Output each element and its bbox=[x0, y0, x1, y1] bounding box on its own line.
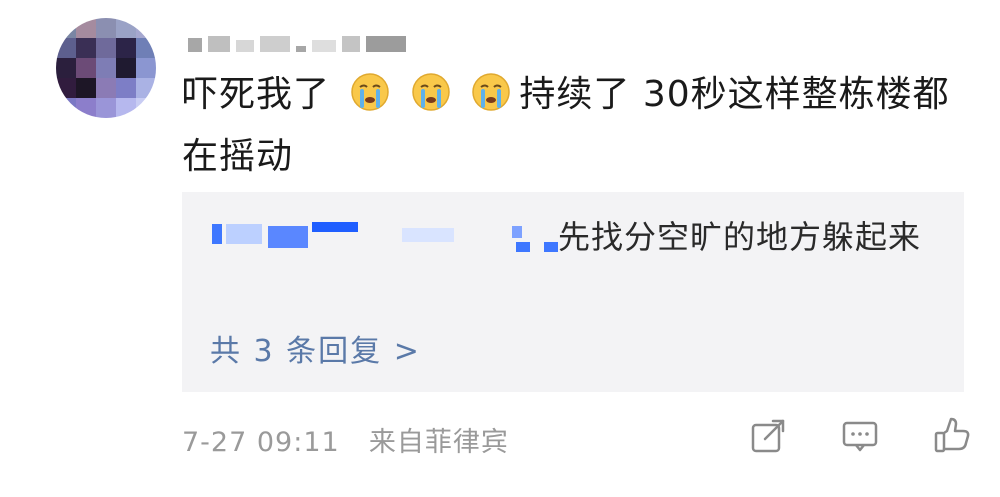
timestamp: 7-27 09:11 bbox=[182, 427, 340, 458]
username-redacted[interactable] bbox=[188, 34, 406, 52]
comment-meta: 7-27 09:11 来自菲律宾 bbox=[182, 420, 509, 459]
avatar-mosaic bbox=[56, 18, 156, 118]
crying-face-icon bbox=[472, 73, 511, 111]
comment-text-part1: 吓死我了 bbox=[182, 74, 331, 115]
share-button[interactable] bbox=[746, 414, 790, 458]
comment-text: 吓死我了 持续了 30秒这样整栋楼都在摇动 bbox=[182, 64, 972, 188]
view-replies-link[interactable]: 共 3 条回复 > bbox=[210, 326, 421, 370]
thumbs-up-icon bbox=[934, 417, 970, 453]
crying-face-icon bbox=[412, 73, 450, 111]
comment-actions bbox=[746, 414, 974, 458]
reply-text: 先找分空旷的地方躲起来 bbox=[558, 218, 922, 256]
comment-icon bbox=[842, 421, 878, 452]
comment-button[interactable] bbox=[838, 414, 882, 458]
share-icon bbox=[751, 419, 785, 453]
source-location: 来自菲律宾 bbox=[368, 427, 509, 458]
crying-face-icon bbox=[351, 73, 390, 111]
avatar[interactable] bbox=[56, 18, 156, 118]
reply-box[interactable]: 先找分空旷的地方躲起来 共 3 条回复 > bbox=[182, 192, 964, 392]
like-button[interactable] bbox=[930, 414, 974, 458]
